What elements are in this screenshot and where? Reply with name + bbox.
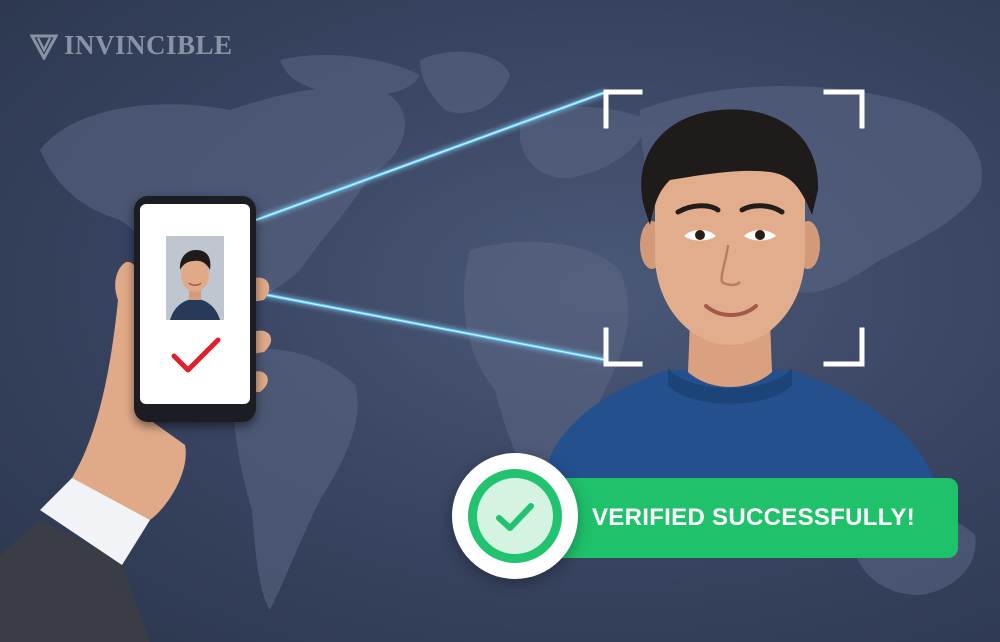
verified-badge [452, 453, 578, 579]
verification-illustration: INVINCIBLE VERIFIED SUCCESSFULLY! [0, 0, 1000, 642]
phone-screen [140, 204, 250, 404]
id-photo [166, 236, 224, 320]
red-check-icon [171, 337, 221, 373]
check-circle-icon [496, 503, 534, 531]
verified-banner: VERIFIED SUCCESSFULLY! [540, 478, 958, 558]
smartphone [134, 196, 256, 422]
verified-message: VERIFIED SUCCESSFULLY! [592, 504, 916, 531]
